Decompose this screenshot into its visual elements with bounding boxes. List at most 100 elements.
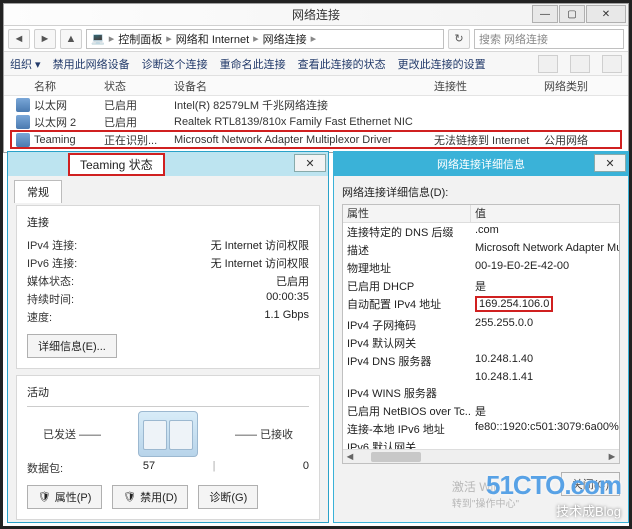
activity-graphic: 已发送 —— —— 已接收 bbox=[27, 411, 309, 457]
activity-group-title: 活动 bbox=[27, 384, 309, 400]
details-row[interactable]: 物理地址00-19-E0-2E-42-00 bbox=[343, 259, 619, 277]
list-item-selected[interactable]: Teaming 正在识别... Microsoft Network Adapte… bbox=[10, 130, 622, 149]
window-controls: — ▢ ✕ bbox=[532, 5, 626, 23]
status-close-button[interactable]: ✕ bbox=[294, 154, 326, 172]
details-row[interactable]: IPv4 默认网关 bbox=[343, 334, 619, 352]
preview-pane-button[interactable] bbox=[570, 55, 590, 73]
network-connections-window: 网络连接 — ▢ ✕ ◄ ► ▲ 💻 ▸ 控制面板 ▸ 网络和 Internet… bbox=[3, 3, 629, 153]
status-dialog-titlebar: Teaming 状态 ✕ bbox=[8, 152, 328, 176]
main-title: 网络连接 bbox=[292, 6, 340, 23]
details-row[interactable]: 描述Microsoft Network Adapter Multiplexor bbox=[343, 241, 619, 259]
col-name[interactable]: 名称 bbox=[34, 78, 104, 94]
details-row[interactable]: 连接特定的 DNS 后缀.com bbox=[343, 223, 619, 241]
detail-property: 连接-本地 IPv6 地址 bbox=[343, 421, 471, 437]
help-button[interactable] bbox=[602, 55, 622, 73]
detail-value: 169.254.106.0 bbox=[475, 296, 553, 312]
details-row[interactable]: 已启用 NetBIOS over Tc...是 bbox=[343, 402, 619, 420]
sent-label: 已发送 —— bbox=[27, 426, 117, 442]
col-connectivity[interactable]: 连接性 bbox=[434, 78, 544, 94]
computers-icon bbox=[138, 411, 198, 457]
back-button[interactable]: ◄ bbox=[8, 29, 30, 49]
change-settings-cmd[interactable]: 更改此连接的设置 bbox=[398, 56, 486, 72]
detail-value: Microsoft Network Adapter Multiplexor bbox=[471, 242, 619, 258]
detail-value: .com bbox=[471, 224, 619, 240]
rename-cmd[interactable]: 重命名此连接 bbox=[220, 56, 286, 72]
nic-icon bbox=[16, 133, 30, 147]
details-dialog-titlebar: 网络连接详细信息 ✕ bbox=[334, 152, 628, 176]
recv-label: —— 已接收 bbox=[219, 426, 309, 442]
tab-general[interactable]: 常规 bbox=[14, 180, 62, 203]
status-tabs: 常规 bbox=[8, 176, 328, 203]
sent-count: 57 bbox=[119, 460, 179, 476]
minimize-button[interactable]: — bbox=[532, 5, 558, 23]
maximize-button[interactable]: ▢ bbox=[559, 5, 585, 23]
diagnose-button[interactable]: 诊断(G) bbox=[198, 485, 258, 509]
detail-property: 连接特定的 DNS 后缀 bbox=[343, 224, 471, 240]
col-status[interactable]: 状态 bbox=[104, 78, 174, 94]
list-item[interactable]: 以太网 2 已启用 Realtek RTL8139/810x Family Fa… bbox=[4, 113, 628, 130]
close-details-button[interactable]: 关闭(C) bbox=[561, 472, 620, 496]
close-button[interactable]: ✕ bbox=[586, 5, 626, 23]
shield-icon bbox=[38, 491, 51, 503]
scroll-right-icon[interactable]: ► bbox=[605, 450, 619, 464]
list-header: 名称 状态 设备名 连接性 网络类别 bbox=[4, 76, 628, 96]
view-status-cmd[interactable]: 查看此连接的状态 bbox=[298, 56, 386, 72]
detail-value: 00-19-E0-2E-42-00 bbox=[471, 260, 619, 276]
nic-icon bbox=[16, 98, 30, 112]
col-category[interactable]: 网络类别 bbox=[544, 78, 604, 94]
details-label: 网络连接详细信息(D): bbox=[342, 184, 620, 200]
details-header: 属性 值 bbox=[343, 205, 619, 223]
up-button[interactable]: ▲ bbox=[60, 29, 82, 49]
disable-button[interactable]: 禁用(D) bbox=[112, 485, 188, 509]
details-row[interactable]: IPv4 DNS 服务器10.248.1.40 bbox=[343, 352, 619, 370]
view-mode-button[interactable] bbox=[538, 55, 558, 73]
col-property[interactable]: 属性 bbox=[343, 205, 471, 222]
horizontal-scrollbar[interactable]: ◄ ► bbox=[343, 449, 619, 463]
details-row[interactable]: 连接-本地 IPv6 地址fe80::1920:c501:3079:6a00%2… bbox=[343, 420, 619, 438]
detail-property bbox=[343, 371, 471, 383]
connection-details-dialog: 网络连接详细信息 ✕ 网络连接详细信息(D): 属性 值 连接特定的 DNS 后… bbox=[333, 151, 629, 523]
computer-icon: 💻 bbox=[91, 32, 105, 45]
properties-button[interactable]: 属性(P) bbox=[27, 485, 102, 509]
details-row[interactable]: IPv4 子网掩码255.255.0.0 bbox=[343, 316, 619, 334]
detail-value: 255.255.0.0 bbox=[471, 317, 619, 333]
details-close-button[interactable]: ✕ bbox=[594, 154, 626, 172]
shield-icon bbox=[123, 491, 136, 503]
breadcrumb-part[interactable]: 网络连接 bbox=[263, 31, 307, 47]
scroll-thumb[interactable] bbox=[371, 452, 421, 462]
activity-group: 活动 已发送 —— —— 已接收 数据包: 57 | 0 属性(P) 禁用(D)… bbox=[16, 375, 320, 520]
disable-device-cmd[interactable]: 禁用此网络设备 bbox=[53, 56, 130, 72]
detail-value: 是 bbox=[471, 403, 619, 419]
details-button[interactable]: 详细信息(E)... bbox=[27, 334, 117, 358]
detail-property: IPv4 子网掩码 bbox=[343, 317, 471, 333]
organize-menu[interactable]: 组织 ▾ bbox=[10, 56, 41, 72]
diagnose-cmd[interactable]: 诊断这个连接 bbox=[142, 56, 208, 72]
detail-property: 自动配置 IPv4 地址 bbox=[343, 296, 471, 315]
details-row[interactable]: 10.248.1.41 bbox=[343, 370, 619, 384]
recv-count: 0 bbox=[249, 460, 309, 476]
scroll-left-icon[interactable]: ◄ bbox=[343, 450, 357, 464]
col-value[interactable]: 值 bbox=[471, 205, 619, 222]
nic-icon bbox=[16, 115, 30, 129]
details-row[interactable]: IPv4 WINS 服务器 bbox=[343, 384, 619, 402]
refresh-button[interactable]: ↻ bbox=[448, 29, 470, 49]
details-body: 网络连接详细信息(D): 属性 值 连接特定的 DNS 后缀.com描述Micr… bbox=[334, 176, 628, 504]
breadcrumb[interactable]: 💻 ▸ 控制面板 ▸ 网络和 Internet ▸ 网络连接 ▸ bbox=[86, 29, 444, 49]
search-input[interactable]: 搜索 网络连接 bbox=[474, 29, 624, 49]
main-titlebar: 网络连接 — ▢ ✕ bbox=[4, 4, 628, 26]
details-row[interactable]: 已启用 DHCP是 bbox=[343, 277, 619, 295]
detail-property: IPv4 DNS 服务器 bbox=[343, 353, 471, 369]
breadcrumb-part[interactable]: 控制面板 bbox=[118, 31, 162, 47]
detail-property: 物理地址 bbox=[343, 260, 471, 276]
col-device[interactable]: 设备名 bbox=[174, 78, 434, 94]
teaming-status-dialog: Teaming 状态 ✕ 常规 连接 IPv4 连接:无 Internet 访问… bbox=[7, 151, 329, 523]
search-placeholder: 搜索 网络连接 bbox=[479, 31, 548, 47]
breadcrumb-part[interactable]: 网络和 Internet bbox=[176, 31, 249, 47]
list-item[interactable]: 以太网 已启用 Intel(R) 82579LM 千兆网络连接 bbox=[4, 96, 628, 113]
details-row[interactable]: 自动配置 IPv4 地址169.254.106.0 bbox=[343, 295, 619, 316]
detail-value: 是 bbox=[471, 278, 619, 294]
forward-button[interactable]: ► bbox=[34, 29, 56, 49]
detail-property: IPv4 默认网关 bbox=[343, 335, 471, 351]
connection-group-title: 连接 bbox=[27, 214, 309, 230]
details-dialog-title: 网络连接详细信息 bbox=[437, 156, 525, 172]
